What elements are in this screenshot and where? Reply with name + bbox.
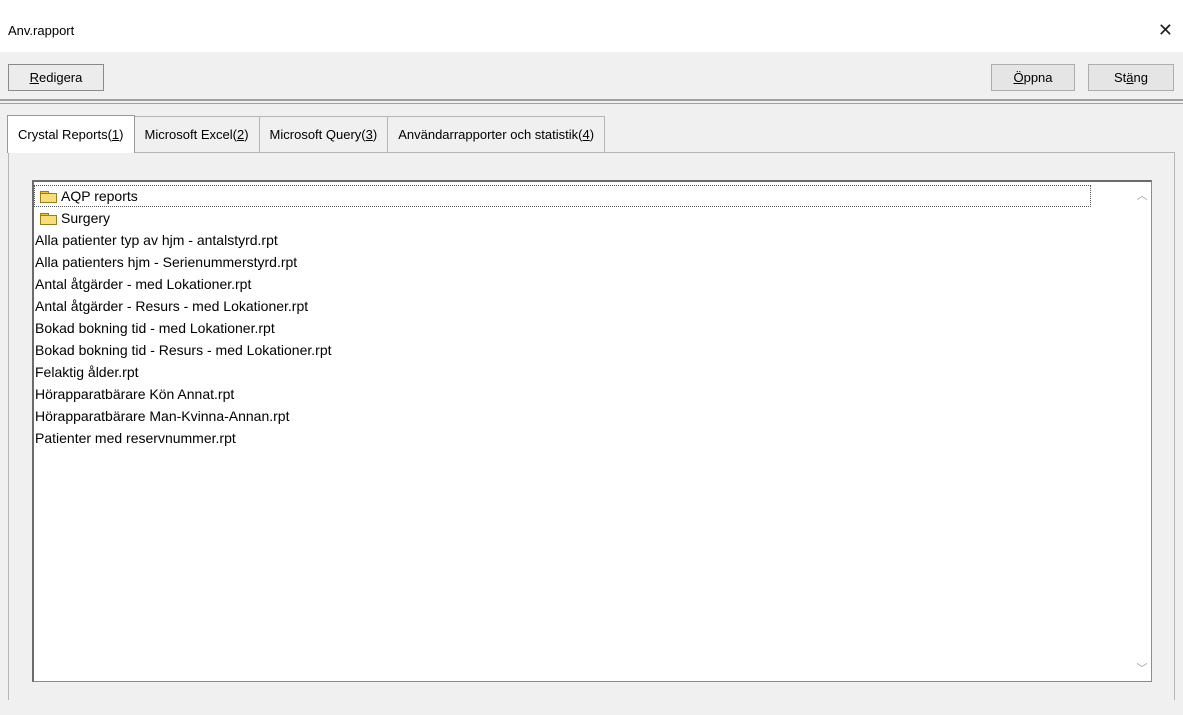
open-button-label: ppna xyxy=(1023,70,1053,85)
folder-icon xyxy=(40,212,57,225)
tab-label-suffix: ) xyxy=(372,127,378,142)
list-item[interactable]: Hörapparatbärare Man-Kvinna-Annan.rpt xyxy=(34,405,1131,427)
folder-label: AQP reports xyxy=(61,188,138,204)
tab-strip: Crystal Reports(1) Microsoft Excel(2) Mi… xyxy=(7,115,606,153)
list-item[interactable]: Bokad bokning tid - med Lokationer.rpt xyxy=(34,317,1131,339)
list-item[interactable]: Alla patienter typ av hjm - antalstyrd.r… xyxy=(34,229,1131,251)
edit-button-label: edigera xyxy=(39,70,83,85)
separator xyxy=(0,99,1183,101)
edit-button[interactable]: Redigera xyxy=(8,64,104,91)
tab-label: Användarrapporter och statistik( xyxy=(398,127,583,142)
list-item[interactable]: Bokad bokning tid - Resurs - med Lokatio… xyxy=(34,339,1131,361)
vertical-scrollbar[interactable]: ︿ ﹀ xyxy=(1133,182,1151,681)
tab-user-reports[interactable]: Användarrapporter och statistik(4) xyxy=(387,116,606,152)
close-button[interactable]: St ä ng xyxy=(1088,64,1174,91)
scroll-up-icon[interactable]: ︿ xyxy=(1133,186,1151,204)
title-bar: Anv.rapport ✕ xyxy=(0,0,1183,52)
tab-label-suffix: ) xyxy=(119,127,124,142)
tab-label: Crystal Reports( xyxy=(18,127,112,142)
list-item[interactable]: Felaktig ålder.rpt xyxy=(34,361,1131,383)
tab-label: Microsoft Excel( xyxy=(144,127,237,142)
edit-button-mnemonic: R xyxy=(29,70,39,85)
tab-label: Microsoft Query( xyxy=(269,127,366,142)
separator xyxy=(0,103,1183,104)
open-button[interactable]: Öppna xyxy=(991,64,1075,91)
list-item[interactable]: Antal åtgärder - med Lokationer.rpt xyxy=(34,273,1131,295)
folder-icon xyxy=(40,190,57,203)
tab-label-suffix: ) xyxy=(589,127,595,142)
toolbar: Redigera Öppna St ä ng xyxy=(0,52,1183,100)
folder-item[interactable]: AQP reports xyxy=(34,185,1091,207)
list-item[interactable]: Patienter med reservnummer.rpt xyxy=(34,427,1131,449)
tab-microsoft-excel[interactable]: Microsoft Excel(2) xyxy=(133,116,260,152)
tab-mnemonic: 4 xyxy=(582,127,590,142)
scroll-down-icon[interactable]: ﹀ xyxy=(1133,659,1151,677)
open-button-mnemonic: Ö xyxy=(1013,70,1024,85)
close-button-mnemonic: ä xyxy=(1126,70,1134,85)
list-item[interactable]: Antal åtgärder - Resurs - med Lokationer… xyxy=(34,295,1131,317)
list-item[interactable]: Hörapparatbärare Kön Annat.rpt xyxy=(34,383,1131,405)
tab-mnemonic: 1 xyxy=(111,127,120,142)
folder-item[interactable]: Surgery xyxy=(34,207,1131,229)
list-item[interactable]: Alla patienters hjm - Serienummerstyrd.r… xyxy=(34,251,1131,273)
close-icon[interactable]: ✕ xyxy=(1137,10,1183,50)
report-list[interactable]: AQP reports Surgery Alla patienter typ a… xyxy=(32,180,1152,682)
tab-mnemonic: 2 xyxy=(236,127,245,142)
tab-crystal-reports[interactable]: Crystal Reports(1) xyxy=(7,115,135,153)
tab-microsoft-query[interactable]: Microsoft Query(3) xyxy=(258,116,389,152)
close-button-label-post: ng xyxy=(1133,70,1148,85)
close-button-label-pre: St xyxy=(1114,70,1127,85)
folder-label: Surgery xyxy=(61,210,111,226)
window-title: Anv.rapport xyxy=(8,23,75,38)
report-list-items: AQP reports Surgery Alla patienter typ a… xyxy=(34,185,1131,449)
tab-label-suffix: ) xyxy=(244,127,249,142)
tab-mnemonic: 3 xyxy=(365,127,373,142)
